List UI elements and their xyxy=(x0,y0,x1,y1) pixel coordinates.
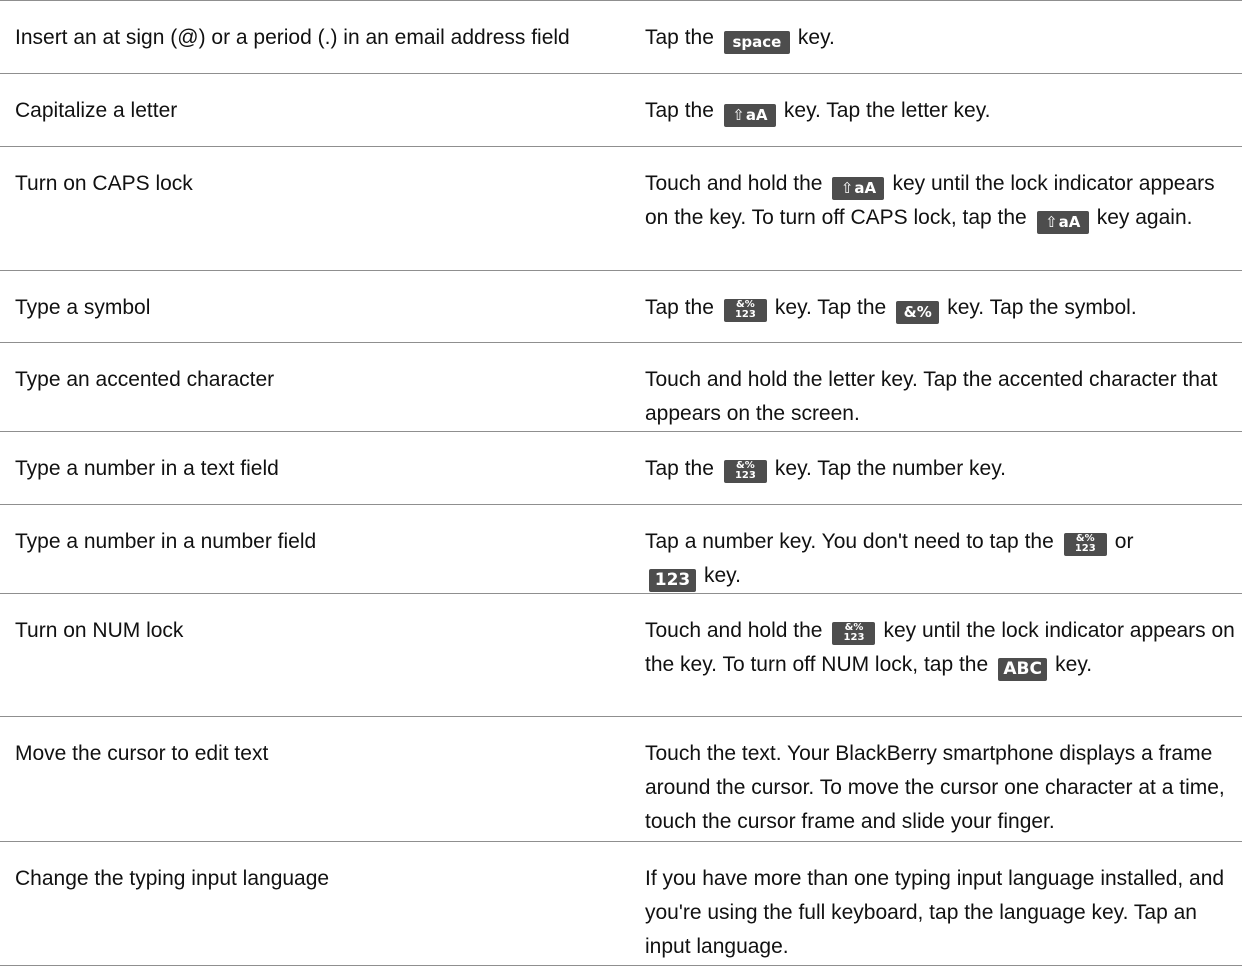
description-cell: Tap the ⇧aA key. Tap the letter key. xyxy=(645,74,1242,147)
description-text: key. Tap the letter key. xyxy=(783,99,991,122)
description-text: Tap the xyxy=(645,99,714,122)
task-cell: Turn on CAPS lock xyxy=(15,172,193,195)
symbol-number-key-icon: &% 123 xyxy=(723,299,767,322)
description-cell: Tap the space key. xyxy=(645,1,1242,74)
description-cell: Touch and hold the letter key. Tap the a… xyxy=(645,368,1218,425)
table-row: Type a number in a number field Tap a nu… xyxy=(0,504,1242,594)
number-key-icon: 123 xyxy=(649,569,696,592)
shift-key-label: aA xyxy=(745,106,768,124)
key-bottom-label: 123 xyxy=(734,470,756,481)
table-row: Turn on NUM lock Touch and hold the &% 123… xyxy=(0,593,1242,717)
shift-arrow-icon: ⇧ xyxy=(1045,213,1058,231)
description-cell: Touch and hold the ⇧aA key until the lock … xyxy=(645,147,1242,271)
table-row: Insert an at sign (@) or a period (.) in… xyxy=(0,0,1242,74)
description-text: Tap the xyxy=(645,457,714,480)
symbol-number-key-icon: &% 123 xyxy=(832,622,876,645)
description-text: or xyxy=(1114,530,1134,553)
symbol-key-icon: &% xyxy=(896,301,940,324)
task-cell: Insert an at sign (@) or a period (.) in… xyxy=(15,26,570,49)
description-text: key again. xyxy=(1096,206,1193,229)
description-text: key. xyxy=(797,26,835,49)
description-text: key. Tap the xyxy=(774,296,887,319)
table-row: Capitalize a letter Tap the ⇧aA key. Tap t… xyxy=(0,73,1242,147)
shift-key-icon: ⇧aA xyxy=(723,104,776,127)
task-cell: Type a number in a number field xyxy=(15,530,317,553)
description-cell: Touch the text. Your BlackBerry smartpho… xyxy=(645,742,1225,833)
table-row: Turn on CAPS lock Touch and hold the ⇧aA k… xyxy=(0,146,1242,271)
table-row: Type a symbol Tap the &% 123 key. Tap the &%… xyxy=(0,270,1242,343)
description-cell: Tap a number key. You don't need to tap … xyxy=(645,505,1242,594)
abc-key-icon: ABC xyxy=(998,658,1048,681)
space-key-icon: space xyxy=(723,31,790,54)
task-cell: Type a number in a text field xyxy=(15,457,279,480)
symbol-number-key-icon: &% 123 xyxy=(1063,533,1107,556)
shift-key-label: aA xyxy=(854,179,877,197)
description-text: Touch and hold the xyxy=(645,619,823,642)
key-bottom-label: 123 xyxy=(1074,543,1096,554)
description-text: Tap the xyxy=(645,296,714,319)
shift-key-label: aA xyxy=(1058,213,1081,231)
description-cell: If you have more than one typing input l… xyxy=(645,867,1225,958)
description-cell: Tap the &% 123 key. Tap the &% key. Tap the s… xyxy=(645,271,1242,343)
key-bottom-label: 123 xyxy=(734,309,756,320)
description-text: Tap the xyxy=(645,26,714,49)
shift-key-icon: ⇧aA xyxy=(832,177,885,200)
task-cell: Change the typing input language xyxy=(15,867,330,890)
task-cell: Move the cursor to edit text xyxy=(15,742,269,765)
description-cell: Touch and hold the &% 123 key until the loc… xyxy=(645,594,1242,717)
description-text: key. xyxy=(704,564,741,587)
description-text: key. Tap the symbol. xyxy=(947,296,1137,319)
keyboard-tasks-table: Insert an at sign (@) or a period (.) in… xyxy=(0,0,1242,966)
description-cell: Tap the &% 123 key. Tap the number key. xyxy=(645,432,1242,505)
table-row: Type a number in a text field Tap the &% 1… xyxy=(0,431,1242,505)
description-text: key. xyxy=(1055,653,1093,676)
task-cell: Capitalize a letter xyxy=(15,99,178,122)
shift-arrow-icon: ⇧ xyxy=(840,179,854,197)
shift-arrow-icon: ⇧ xyxy=(732,106,745,124)
page: Insert an at sign (@) or a period (.) in… xyxy=(0,0,1260,966)
table-row: Type an accented character Touch and hol… xyxy=(0,342,1242,432)
shift-key-icon: ⇧aA xyxy=(1036,211,1089,234)
table-row: Change the typing input language If you … xyxy=(0,841,1242,966)
task-cell: Type a symbol xyxy=(15,296,151,319)
symbol-number-key-icon: &% 123 xyxy=(723,460,767,483)
table-row: Move the cursor to edit text Touch the t… xyxy=(0,716,1242,842)
description-text: Touch and hold the xyxy=(645,172,823,195)
task-cell: Type an accented character xyxy=(15,368,275,391)
task-cell: Turn on NUM lock xyxy=(15,619,184,642)
description-text: Tap a number key. You don't need to tap … xyxy=(645,530,1054,553)
description-text: key. Tap the number key. xyxy=(774,457,1007,480)
key-bottom-label: 123 xyxy=(843,632,865,643)
